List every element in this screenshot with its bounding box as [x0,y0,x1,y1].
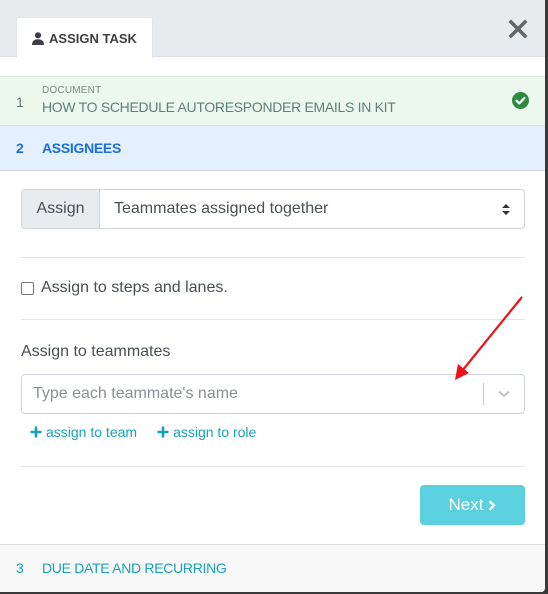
teammates-label: Assign to teammates [21,343,171,360]
steps-lanes-checkbox[interactable] [21,281,34,295]
assign-to-role-label: assign to role [173,424,257,440]
steps-lanes-option[interactable]: Assign to steps and lanes. [21,279,228,297]
assign-to-team-label: assign to team [46,424,138,440]
next-label: Next [448,495,484,514]
divider [21,257,525,258]
step-title: HOW TO SCHEDULE AUTORESPONDER EMAILS IN … [42,99,396,115]
check-circle-icon [512,92,529,109]
assign-addon-label: Assign [22,190,100,228]
step-number: 3 [16,560,24,576]
step-subtitle: DOCUMENT [42,85,102,96]
close-icon[interactable] [508,19,528,39]
divider [21,466,525,467]
tab-assign-task[interactable]: ASSIGN TASK [16,17,153,58]
user-icon [32,31,45,45]
step-title: DUE DATE AND RECURRING [42,560,227,576]
plus-icon [157,426,169,438]
assign-mode-value: Teammates assigned together [114,200,329,217]
teammates-input[interactable] [22,375,483,413]
next-button[interactable]: Next [420,485,525,525]
step-due-date[interactable]: 3 DUE DATE AND RECURRING [0,544,545,592]
chevron-right-icon [489,499,497,511]
divider [21,319,525,320]
step-number: 1 [16,94,24,110]
step-number: 2 [16,140,24,156]
steps-lanes-label: Assign to steps and lanes. [41,279,228,296]
sort-caret-icon [502,204,510,215]
step-assignees[interactable]: 2 ASSIGNEES [0,126,545,171]
step-title: ASSIGNEES [42,140,121,156]
tab-label: ASSIGN TASK [49,30,137,46]
modal-header: ASSIGN TASK [0,0,545,58]
plus-icon [30,426,42,438]
typeahead-dropdown-button[interactable] [484,375,524,413]
teammates-typeahead [21,374,525,414]
assign-to-role-link[interactable]: assign to role [157,424,256,440]
assign-links: assign to team assign to role [30,424,256,440]
assign-task-modal: ASSIGN TASK 1 DOCUMENT HOW TO SCHEDULE A… [0,0,545,592]
assign-to-team-link[interactable]: assign to team [30,424,137,440]
chevron-down-icon [498,390,510,398]
step-document[interactable]: 1 DOCUMENT HOW TO SCHEDULE AUTORESPONDER… [0,76,545,126]
assign-mode-select[interactable]: Teammates assigned together [100,190,524,228]
assign-mode-group: Assign Teammates assigned together [21,189,525,229]
